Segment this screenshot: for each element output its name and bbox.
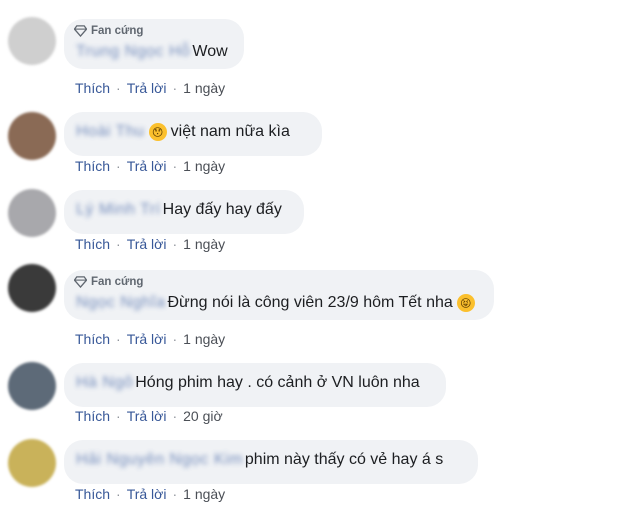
- separator-dot: ·: [172, 236, 178, 252]
- comment-bubble: Hải Nguyên Ngọc Kim phim này thấy có vẻ …: [64, 440, 478, 484]
- like-link[interactable]: Thích: [75, 331, 110, 347]
- separator-dot: ·: [172, 158, 178, 174]
- avatar[interactable]: [8, 112, 56, 160]
- surprised-emoji-icon: 😯: [148, 123, 167, 141]
- comment-text: phim này thấy có vẻ hay á s: [244, 451, 444, 468]
- reply-link[interactable]: Trả lời: [127, 331, 167, 347]
- comment-actions: Thích · Trả lời · 20 giờ: [75, 408, 223, 424]
- commenter-name[interactable]: Hải Nguyên Ngọc Kim: [76, 451, 243, 469]
- comment-bubble: Lý Minh Trí Hay đấy hay đấy: [64, 190, 304, 234]
- timestamp[interactable]: 1 ngày: [183, 486, 225, 502]
- comment-bubble: Hà Ngô Hóng phim hay . có cảnh ở VN luôn…: [64, 363, 446, 407]
- separator-dot: ·: [172, 331, 178, 347]
- comment-text: Hóng phim hay . có cảnh ở VN luôn nha: [135, 374, 420, 391]
- comment-bubble: Fan cứng Ngọc Nghĩa Đừng nói là công viê…: [64, 270, 494, 320]
- separator-dot: ·: [116, 331, 121, 347]
- separator-dot: ·: [172, 80, 178, 96]
- avatar[interactable]: [8, 189, 56, 237]
- separator-dot: ·: [116, 236, 121, 252]
- reply-link[interactable]: Trả lời: [127, 80, 167, 96]
- comment-bubble: Hoài Thu 😯 việt nam nữa kìa: [64, 112, 322, 156]
- reply-link[interactable]: Trả lời: [127, 408, 167, 424]
- commenter-name[interactable]: Hà Ngô: [76, 374, 133, 392]
- commenter-name[interactable]: Trung Ngọc Hỗ: [76, 43, 190, 61]
- reply-link[interactable]: Trả lời: [127, 486, 167, 502]
- timestamp[interactable]: 1 ngày: [183, 236, 225, 252]
- badge-label: Fan cứng: [91, 275, 144, 288]
- fan-badge: Fan cứng: [74, 275, 143, 288]
- separator-dot: ·: [116, 158, 121, 174]
- timestamp[interactable]: 1 ngày: [183, 158, 225, 174]
- like-link[interactable]: Thích: [75, 236, 110, 252]
- timestamp[interactable]: 1 ngày: [183, 80, 225, 96]
- comment-bubble: Fan cứng Trung Ngọc Hỗ Wow: [64, 19, 244, 69]
- separator-dot: ·: [172, 408, 178, 424]
- diamond-icon: [74, 25, 87, 37]
- comment-text: Wow: [192, 43, 228, 60]
- reply-link[interactable]: Trả lời: [127, 158, 167, 174]
- like-link[interactable]: Thích: [75, 408, 110, 424]
- comment-actions: Thích · Trả lời · 1 ngày: [75, 80, 225, 96]
- avatar[interactable]: [8, 17, 56, 65]
- commenter-name[interactable]: Lý Minh Trí: [76, 201, 161, 219]
- tongue-emoji-icon: 😝: [456, 294, 475, 312]
- comment-actions: Thích · Trả lời · 1 ngày: [75, 486, 225, 502]
- avatar[interactable]: [8, 362, 56, 410]
- avatar[interactable]: [8, 264, 56, 312]
- comment-actions: Thích · Trả lời · 1 ngày: [75, 236, 225, 252]
- comment-actions: Thích · Trả lời · 1 ngày: [75, 331, 225, 347]
- separator-dot: ·: [116, 408, 121, 424]
- like-link[interactable]: Thích: [75, 80, 110, 96]
- timestamp[interactable]: 1 ngày: [183, 331, 225, 347]
- commenter-name[interactable]: Ngọc Nghĩa: [76, 294, 166, 312]
- separator-dot: ·: [116, 486, 121, 502]
- reply-link[interactable]: Trả lời: [127, 236, 167, 252]
- separator-dot: ·: [172, 486, 178, 502]
- comment-text: Hay đấy hay đấy: [162, 201, 282, 218]
- separator-dot: ·: [116, 80, 121, 96]
- diamond-icon: [74, 276, 87, 288]
- avatar[interactable]: [8, 439, 56, 487]
- like-link[interactable]: Thích: [75, 158, 110, 174]
- badge-label: Fan cứng: [91, 24, 144, 37]
- comment-actions: Thích · Trả lời · 1 ngày: [75, 158, 225, 174]
- fan-badge: Fan cứng: [74, 24, 143, 37]
- comment-text: Đừng nói là công viên 23/9 hôm Tết nha: [167, 294, 453, 311]
- comment-text: việt nam nữa kìa: [170, 123, 290, 140]
- like-link[interactable]: Thích: [75, 486, 110, 502]
- commenter-name[interactable]: Hoài Thu: [76, 123, 145, 141]
- timestamp[interactable]: 20 giờ: [183, 408, 223, 424]
